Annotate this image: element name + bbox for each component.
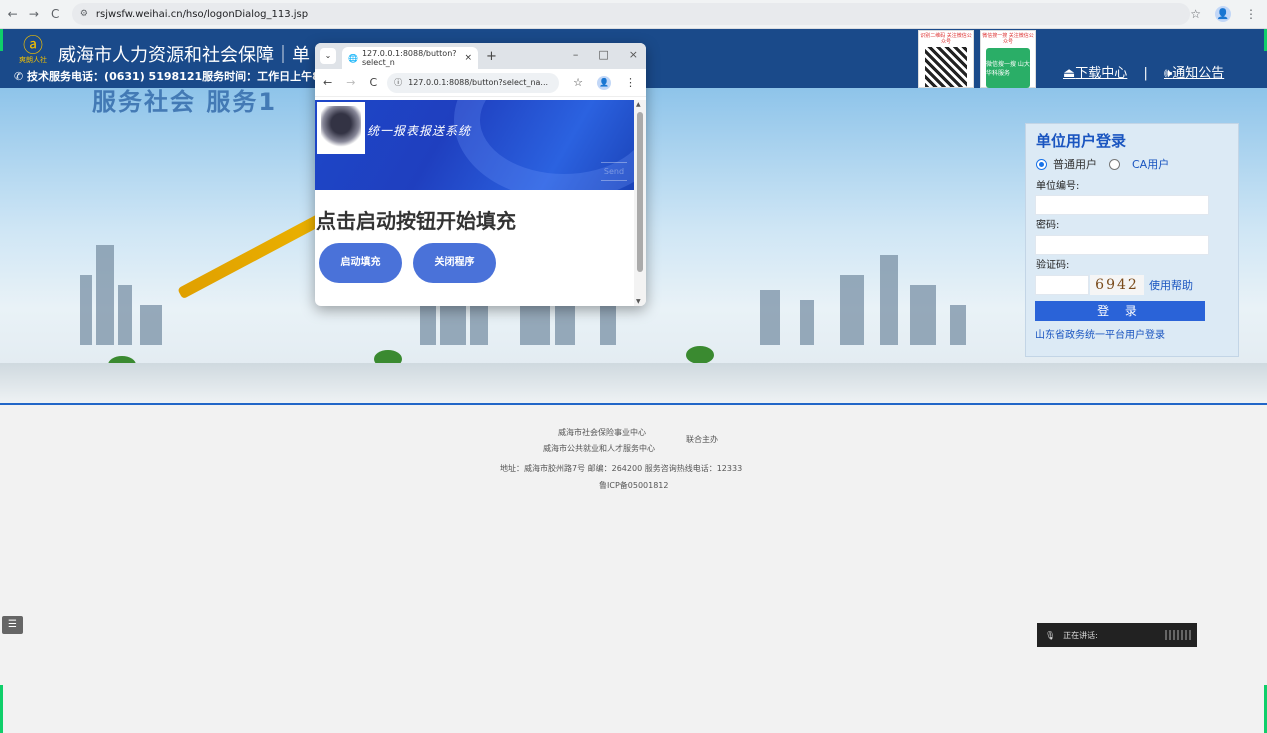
download-icon: ⏏ <box>1063 66 1076 81</box>
header-separator: | <box>1143 66 1148 81</box>
app-banner-title: 统一报表报送系统 <box>367 124 472 138</box>
wechat-qr-code: 识别二维码 关注微信公众号 <box>918 30 974 88</box>
speaking-label: 正在讲话: <box>1063 630 1098 640</box>
notice-link[interactable]: 🕪通知公告 <box>1164 66 1224 81</box>
qr-code-icon <box>925 47 967 87</box>
radio-ca-label[interactable]: CA用户 <box>1132 156 1169 172</box>
logo-icon: ⓐ <box>23 33 43 57</box>
tab-close-icon[interactable]: × <box>464 53 472 63</box>
footer-icp: 鲁ICP备05001812 <box>599 481 669 490</box>
popup-url: 127.0.0.1:8088/button?select_na... <box>408 78 549 87</box>
footer-org-2: 威海市公共就业和人才服务中心 <box>543 444 655 453</box>
banner-slogan: 服务社会 服务1 <box>92 88 278 116</box>
info-icon: ⓘ <box>394 78 403 87</box>
unit-id-label: 单位编号: <box>1036 181 1080 192</box>
popup-address-bar[interactable]: ⓘ 127.0.0.1:8088/button?select_na... <box>387 72 560 93</box>
popup-scrollbar[interactable]: ▲ ▼ <box>634 100 646 306</box>
send-label: Send <box>601 162 627 181</box>
radio-ca-user[interactable] <box>1109 158 1120 170</box>
new-tab-icon[interactable]: + <box>486 49 497 64</box>
unit-id-input[interactable] <box>1035 195 1209 215</box>
browser-toolbar: ← → C ⚙ rsjwsfw.weihai.cn/hso/logonDialo… <box>0 0 1267 29</box>
help-link[interactable]: 使用帮助 <box>1149 277 1193 293</box>
login-title: 单位用户登录 <box>1036 132 1127 150</box>
back-icon[interactable]: ← <box>4 7 21 21</box>
profile-icon[interactable]: 👤 <box>1215 6 1232 22</box>
logo-text: 爽朗人社 <box>19 56 47 64</box>
app-banner: 统一报表报送系统 Send <box>315 100 634 190</box>
app-logo <box>317 102 365 154</box>
footer-org-1: 威海市社会保险事业中心 <box>558 428 646 437</box>
radio-normal-label[interactable]: 普通用户 <box>1053 156 1097 172</box>
popup-browser-window: ⌄ 🌐 127.0.0.1:8088/button?select_n × + –… <box>315 43 646 306</box>
globe-icon: 🌐 <box>348 53 358 63</box>
popup-back-icon[interactable]: ← <box>323 76 332 89</box>
popup-reload-icon[interactable]: C <box>369 76 377 89</box>
wechat-icon: 微信搜一搜 山大华科服务 <box>986 48 1030 88</box>
popup-tab-title: 127.0.0.1:8088/button?select_n <box>361 49 457 67</box>
site-logo: ⓐ 爽朗人社 <box>18 35 48 71</box>
speaking-indicator: 🎙 正在讲话: <box>1037 623 1197 647</box>
hotline-text: ✆ 技术服务电话：(0631) 5198121服务时间：工作日上午8：3 <box>14 70 339 83</box>
popup-menu-icon[interactable]: ⋮ <box>625 76 636 89</box>
qr1-caption: 识别二维码 关注微信公众号 <box>920 33 972 45</box>
address-bar[interactable]: ⚙ rsjwsfw.weihai.cn/hso/logonDialog_113.… <box>71 3 1191 25</box>
login-panel: 单位用户登录 普通用户 CA用户 单位编号: 密码: 验证码: 6942 使用帮… <box>1025 123 1239 357</box>
page-footer: 威海市社会保险事业中心 威海市公共就业和人才服务中心 联合主办 地址：威海市胶州… <box>0 405 1267 733</box>
gov-platform-login-link[interactable]: 山东省政务统一平台用户登录 <box>1035 326 1165 341</box>
footer-cohost: 联合主办 <box>686 435 718 444</box>
qr2-caption: 微信搜一搜 关注微信公众号 <box>982 33 1034 45</box>
tab-search-dropdown-icon[interactable]: ⌄ <box>320 48 336 64</box>
password-label: 密码: <box>1036 220 1060 231</box>
popup-profile-icon[interactable]: 👤 <box>597 75 611 90</box>
window-close-icon[interactable]: × <box>629 48 638 61</box>
bookmark-star-icon[interactable]: ☆ <box>1190 7 1201 21</box>
close-program-button[interactable]: 关闭程序 <box>413 243 496 283</box>
phone-icon: ✆ <box>14 70 28 83</box>
popup-tab[interactable]: 🌐 127.0.0.1:8088/button?select_n × <box>342 47 478 69</box>
captcha-input[interactable] <box>1035 275 1089 295</box>
app-heading: 点击启动按钮开始填充 <box>316 209 516 233</box>
password-input[interactable] <box>1035 235 1209 255</box>
minimize-icon[interactable]: – <box>573 48 579 61</box>
site-info-icon[interactable]: ⚙ <box>80 9 88 19</box>
site-title: 威海市人力资源和社会保障｜单 <box>58 45 310 66</box>
address-url: rsjwsfw.weihai.cn/hso/logonDialog_113.js… <box>95 8 309 20</box>
radio-normal-user[interactable] <box>1036 158 1047 170</box>
download-center-link[interactable]: ⏏下载中心 <box>1063 66 1127 81</box>
login-button[interactable]: 登 录 <box>1035 301 1205 321</box>
forward-icon[interactable]: → <box>25 7 42 21</box>
reload-icon[interactable]: C <box>47 7 64 21</box>
audio-wave-icon <box>1165 630 1191 640</box>
captcha-label: 验证码: <box>1036 260 1070 271</box>
browser-menu-icon[interactable]: ⋮ <box>1245 7 1257 21</box>
wechat-search-card: 微信搜一搜 关注微信公众号 微信搜一搜 山大华科服务 <box>980 30 1036 88</box>
side-menu-button[interactable]: ☰ <box>2 616 23 634</box>
footer-address: 地址：威海市胶州路7号 邮编：264200 服务咨询热线电话：12333 <box>500 464 743 473</box>
captcha-image[interactable]: 6942 <box>1090 275 1144 295</box>
start-fill-button[interactable]: 启动填充 <box>319 243 402 283</box>
popup-forward-icon[interactable]: → <box>346 76 355 89</box>
speaker-icon: 🕪 <box>1163 66 1173 81</box>
popup-star-icon[interactable]: ☆ <box>573 76 583 89</box>
maximize-icon[interactable]: □ <box>598 48 608 61</box>
microphone-icon: 🎙 <box>1045 630 1056 640</box>
